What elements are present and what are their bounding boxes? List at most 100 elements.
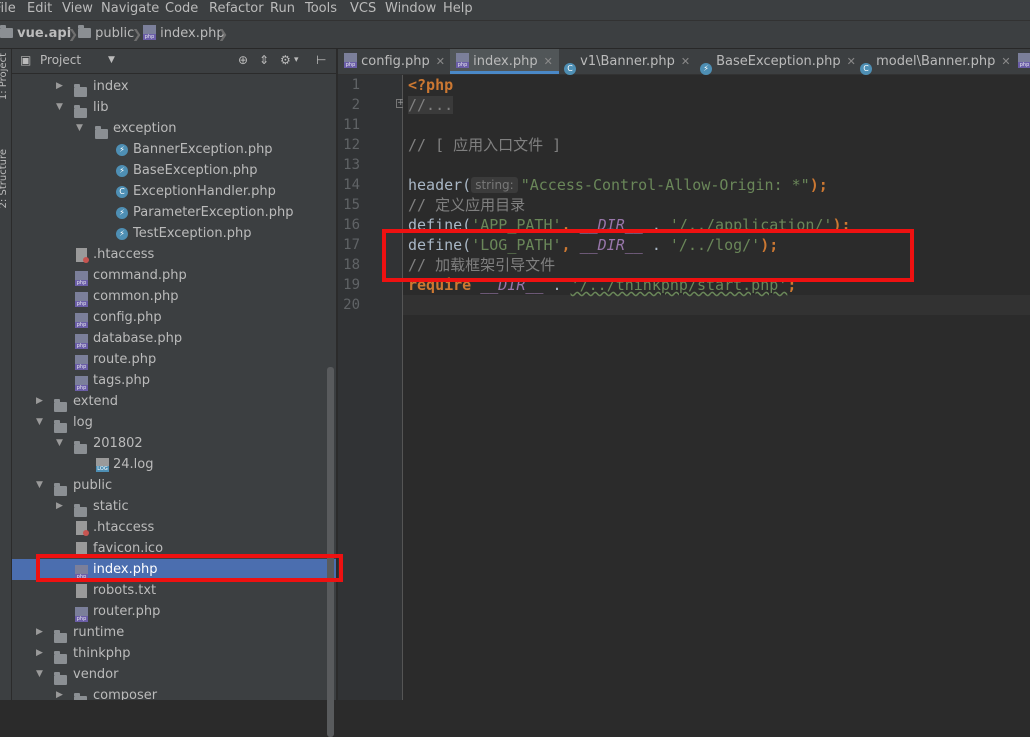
chevron-down-icon[interactable]: ▼ (76, 118, 83, 139)
tree-item[interactable]: config.php (12, 307, 336, 328)
menu-edit[interactable]: Edit (27, 0, 52, 20)
settings-gear-icon[interactable]: ⚙ (280, 49, 291, 73)
tab-index-php[interactable]: index.php✕ (450, 49, 559, 74)
tree-item[interactable]: ▶ thinkphp (12, 643, 336, 664)
tree-item[interactable]: common.php (12, 286, 336, 307)
tree-item[interactable]: ⚡ ParameterException.php (12, 202, 336, 223)
tree-item[interactable]: C ExceptionHandler.php (12, 181, 336, 202)
php-class-icon: ⚡ (116, 165, 128, 177)
tree-item[interactable]: ▶ runtime (12, 622, 336, 643)
menu-tools[interactable]: Tools (305, 0, 337, 20)
tree-item[interactable]: ▼ public (12, 475, 336, 496)
line-number: 16 (343, 217, 360, 233)
tree-item[interactable]: tags.php (12, 370, 336, 391)
log-file-icon (96, 458, 109, 472)
settings-chevron-icon[interactable]: ▾ (294, 49, 299, 73)
chevron-right-icon[interactable]: ▶ (56, 76, 63, 97)
menu-navigate[interactable]: Navigate (101, 0, 159, 20)
code-line-1[interactable]: <?php (408, 75, 453, 95)
chevron-down-icon[interactable]: ▼ (36, 664, 43, 685)
menu-help[interactable]: Help (443, 0, 473, 20)
tree-item[interactable]: route.php (12, 349, 336, 370)
php-class-icon: ⚡ (116, 207, 128, 219)
close-icon[interactable]: ✕ (1001, 55, 1010, 68)
chevron-right-icon[interactable]: ▶ (36, 643, 43, 664)
chevron-down-icon[interactable]: ▼ (36, 412, 43, 433)
php-class-icon: ⚡ (116, 228, 128, 240)
tree-item[interactable]: ⚡ BannerException.php (12, 139, 336, 160)
tree-item[interactable]: router.php (12, 601, 336, 622)
code-line-2[interactable]: //... (408, 95, 454, 115)
tree-item[interactable]: ▼ vendor (12, 664, 336, 685)
folder-icon (78, 25, 91, 38)
tree-item[interactable]: database.php (12, 328, 336, 349)
tree-item[interactable]: ▼ log (12, 412, 336, 433)
tree-item[interactable]: ▶ extend (12, 391, 336, 412)
breadcrumb-folder[interactable]: public (78, 21, 134, 48)
tree-item[interactable]: .htaccess (12, 244, 336, 265)
breadcrumb-project[interactable]: vue.api (0, 21, 71, 48)
chevron-down-icon[interactable]: ▼ (36, 475, 43, 496)
php-class-icon: ⚡ (700, 63, 712, 75)
php-file-icon (456, 53, 469, 68)
chevron-right-icon[interactable]: ▶ (56, 496, 63, 517)
close-icon[interactable]: ✕ (436, 55, 445, 68)
tree-item[interactable]: ▶ static (12, 496, 336, 517)
line-number: 2 (351, 97, 360, 113)
tree-item[interactable]: 24.log (12, 454, 336, 475)
project-panel-title[interactable]: Project (40, 49, 81, 73)
chevron-down-icon[interactable]: ▼ (56, 433, 63, 454)
menu-view[interactable]: View (62, 0, 93, 20)
tool-window-strip: 1: Project 2: Structure (0, 49, 12, 700)
chevron-right-icon[interactable]: ▶ (36, 391, 43, 412)
php-class-icon: C (860, 63, 872, 75)
collapse-all-icon[interactable]: ⇕ (259, 49, 269, 73)
line-number: 17 (343, 237, 360, 253)
code-line-14[interactable]: header(string: "Access-Control-Allow-Orig… (408, 175, 828, 195)
tab-project-toolwindow[interactable]: 1: Project (0, 53, 9, 100)
chevron-down-icon[interactable]: ▼ (108, 49, 115, 73)
scroll-from-source-icon[interactable]: ⊕ (238, 49, 248, 73)
tab-v1-banner-php[interactable]: C v1\Banner.php ✕ (564, 49, 690, 75)
close-icon[interactable]: ✕ (681, 55, 690, 68)
tab-model-banner-php[interactable]: C model\Banner.php ✕ (860, 49, 1011, 75)
tab-config-php[interactable]: config.php✕ (344, 49, 445, 74)
line-number: 12 (343, 137, 360, 153)
chevron-right-icon[interactable]: ▶ (56, 685, 63, 700)
tree-item[interactable]: ⚡ TestException.php (12, 223, 336, 244)
code-line-12[interactable]: // [ 应用入口文件 ] (408, 135, 561, 155)
tree-item[interactable]: .htaccess (12, 517, 336, 538)
menu-run[interactable]: Run (270, 0, 295, 20)
tab-baseexception-php[interactable]: ⚡ BaseException.php ✕ (700, 49, 856, 75)
hide-panel-icon[interactable]: ⊢ (316, 49, 326, 73)
code-line-15[interactable]: // 定义应用目录 (408, 195, 525, 215)
tree-item[interactable]: robots.txt (12, 580, 336, 601)
tree-item[interactable]: ▼ lib (12, 97, 336, 118)
chevron-down-icon[interactable]: ▼ (56, 97, 63, 118)
code-editor[interactable] (403, 75, 1030, 700)
chevron-right-icon[interactable]: ▶ (36, 622, 43, 643)
tree-item[interactable]: command.php (12, 265, 336, 286)
tree-scrollbar[interactable] (327, 367, 334, 737)
folder-icon (0, 25, 13, 38)
php-class-icon: ⚡ (116, 144, 128, 156)
tree-item[interactable]: ⚡ BaseException.php (12, 160, 336, 181)
line-number: 1 (351, 77, 360, 93)
menu-refactor[interactable]: Refactor (209, 0, 264, 20)
folder-icon (74, 691, 87, 700)
tree-item[interactable]: ▼ 201802 (12, 433, 336, 454)
menu-vcs[interactable]: VCS (350, 0, 376, 20)
tab-structure-toolwindow[interactable]: 2: Structure (0, 149, 9, 208)
close-icon[interactable]: ✕ (847, 55, 856, 68)
tree-item[interactable]: ▶ index (12, 76, 336, 97)
close-icon[interactable]: ✕ (544, 55, 553, 68)
menu-file[interactable]: File (0, 0, 16, 20)
chevron-right-icon: ❯ (68, 27, 79, 41)
menu-code[interactable]: Code (165, 0, 198, 20)
tab-overflow[interactable] (1018, 49, 1030, 74)
project-toolbar: ▣ Project ▼ ⊕ ⇕ ⚙ ▾ ⊢ (12, 49, 336, 74)
tree-item[interactable]: ▼ exception (12, 118, 336, 139)
menu-window[interactable]: Window (385, 0, 436, 20)
breadcrumb-file[interactable]: index.php (143, 21, 225, 48)
tree-item[interactable]: ▶ composer (12, 685, 336, 700)
